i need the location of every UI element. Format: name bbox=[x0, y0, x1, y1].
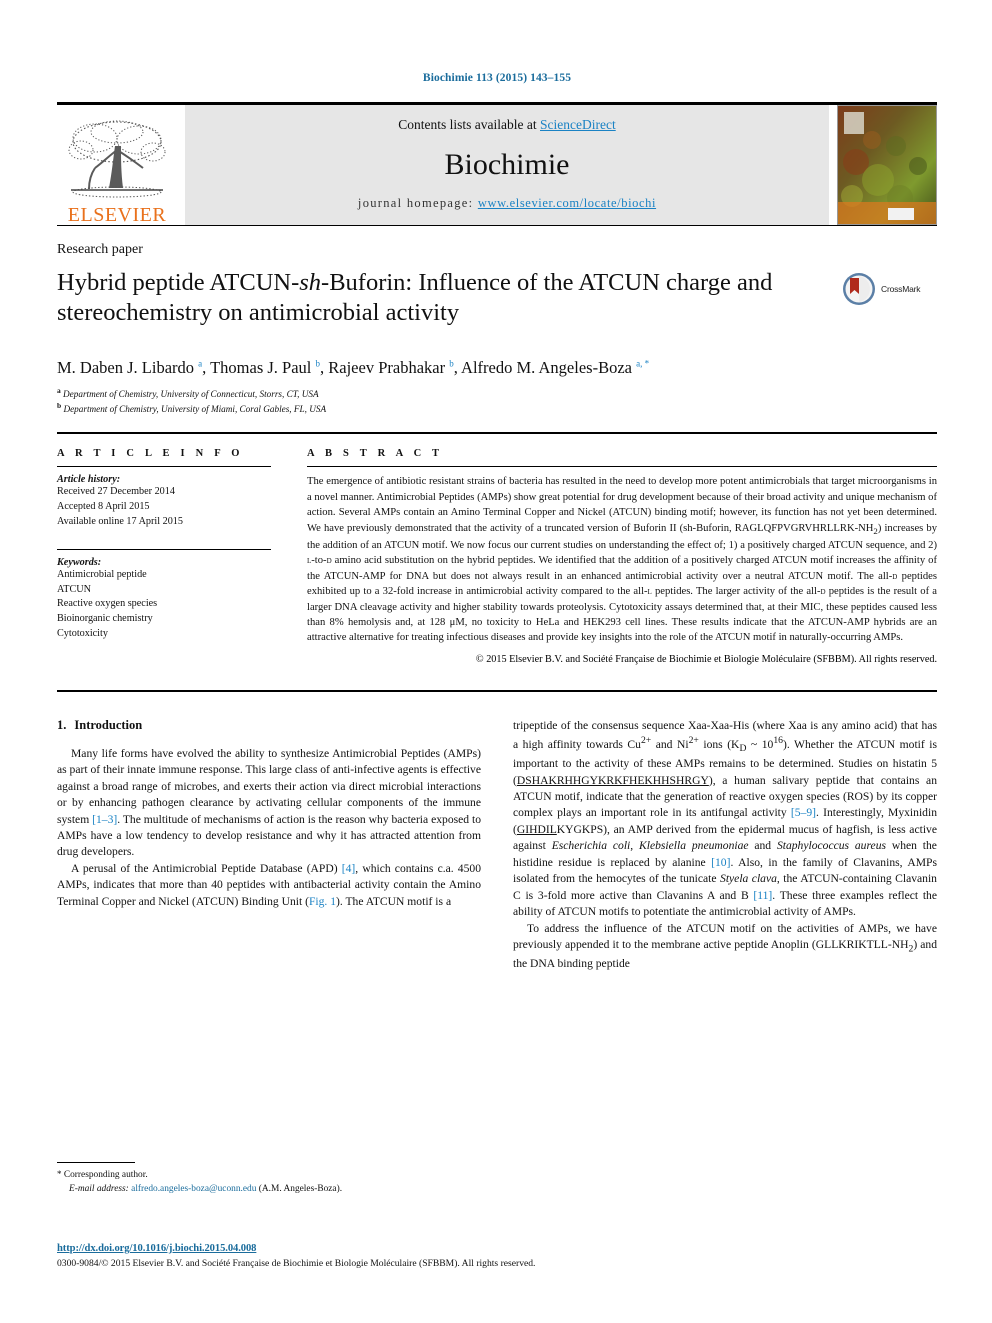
affiliation-item: a Department of Chemistry, University of… bbox=[57, 386, 937, 401]
citation-link[interactable]: [11] bbox=[753, 889, 772, 902]
journal-homepage-link[interactable]: www.elsevier.com/locate/biochi bbox=[478, 196, 656, 210]
crossmark-badge[interactable]: CrossMark bbox=[842, 272, 937, 306]
section-title: Introduction bbox=[74, 717, 143, 732]
author-affil-marker: b bbox=[449, 358, 454, 369]
sciencedirect-banner: Contents lists available at ScienceDirec… bbox=[185, 105, 829, 225]
title-row: Hybrid peptide ATCUN-sh-Buforin: Influen… bbox=[57, 258, 937, 344]
email-label: E-mail address: bbox=[69, 1184, 129, 1195]
keywords-block: Keywords: Antimicrobial peptide ATCUN Re… bbox=[57, 548, 271, 642]
keyword-item: ATCUN bbox=[57, 583, 91, 595]
paragraph: tripeptide of the consensus sequence Xaa… bbox=[513, 718, 937, 919]
footnote-area: * Corresponding author. E-mail address: … bbox=[57, 1162, 477, 1196]
abstract-copyright: © 2015 Elsevier B.V. and Société Françai… bbox=[475, 653, 937, 665]
affiliation-item: b Department of Chemistry, University of… bbox=[57, 401, 937, 416]
affiliation-text: Department of Chemistry, University of M… bbox=[63, 404, 327, 415]
page-content: Biochimie 113 (2015) 143–155 ELSEVIER Co… bbox=[57, 0, 937, 973]
doi-link[interactable]: http://dx.doi.org/10.1016/j.biochi.2015.… bbox=[57, 1243, 256, 1254]
figure-link[interactable]: Fig. 1 bbox=[309, 895, 336, 908]
body-top-rule bbox=[57, 689, 937, 692]
cover-journal-title: biochimie bbox=[932, 106, 936, 114]
section-heading-introduction: 1. Introduction bbox=[57, 718, 481, 733]
paragraph: To address the influence of the ATCUN mo… bbox=[513, 921, 938, 971]
title-part1: Hybrid peptide ATCUN- bbox=[57, 269, 300, 296]
abstract-body: The emergence of antibiotic resistant st… bbox=[307, 476, 937, 644]
body-column-right: tripeptide of the consensus sequence Xaa… bbox=[513, 718, 937, 973]
contents-prefix: Contents lists available at bbox=[398, 117, 540, 132]
journal-cover-thumbnail[interactable]: biochimie bbox=[837, 105, 937, 225]
info-and-abstract: A R T I C L E I N F O Article history: R… bbox=[57, 448, 937, 667]
title-italic-sh: sh bbox=[299, 269, 322, 296]
author-affil-marker: a bbox=[198, 358, 203, 369]
article-info-column: A R T I C L E I N F O Article history: R… bbox=[57, 448, 307, 667]
asterisk-marker: * bbox=[57, 1169, 62, 1179]
introduction-left-text: Many life forms have evolved the ability… bbox=[57, 746, 481, 911]
homepage-prefix: journal homepage: bbox=[357, 196, 478, 210]
elsevier-wordmark: ELSEVIER bbox=[67, 204, 167, 226]
keyword-item: Antimicrobial peptide bbox=[57, 568, 147, 580]
journal-article-page: Biochimie 113 (2015) 143–155 ELSEVIER Co… bbox=[0, 0, 992, 1323]
article-history-item: Received 27 December 2014 bbox=[57, 486, 175, 498]
author-affil-marker: b bbox=[315, 358, 321, 369]
article-info-heading: A R T I C L E I N F O bbox=[57, 448, 244, 460]
masthead-bottom-rule bbox=[57, 225, 937, 226]
affiliation-list: a Department of Chemistry, University of… bbox=[57, 386, 937, 416]
email-link[interactable]: alfredo.angeles-boza@uconn.edu bbox=[131, 1184, 256, 1194]
corresponding-text: Corresponding author. bbox=[63, 1170, 148, 1180]
email-line: E-mail address: alfredo.angeles-boza@uco… bbox=[57, 1182, 477, 1196]
peptide-sequence: DSHAKRHHGYKRKFHEKHHSHRGY bbox=[516, 773, 709, 787]
info-section-top-rule bbox=[57, 432, 937, 435]
affiliation-marker: b bbox=[57, 401, 62, 411]
citation-link[interactable]: [5–9] bbox=[791, 806, 816, 819]
keyword-item: Cytotoxicity bbox=[57, 627, 108, 639]
contents-line: Contents lists available at ScienceDirec… bbox=[398, 117, 615, 133]
cover-publisher-badge bbox=[888, 208, 914, 220]
article-type-label: Research paper bbox=[57, 242, 143, 257]
footnote-rule bbox=[57, 1162, 135, 1163]
journal-title: Biochimie bbox=[444, 147, 570, 181]
corresponding-author-note: * Corresponding author. E-mail address: … bbox=[57, 1168, 477, 1196]
article-history-label: Article history: bbox=[57, 474, 121, 486]
introduction-right-text: tripeptide of the consensus sequence Xaa… bbox=[513, 718, 937, 973]
running-head: Biochimie 113 (2015) 143–155 bbox=[422, 72, 572, 84]
cover-logo-tag bbox=[844, 112, 864, 134]
crossmark-icon bbox=[843, 273, 875, 305]
author-list: M. Daben J. Libardo a, Thomas J. Paul b,… bbox=[57, 358, 650, 378]
page-footer: http://dx.doi.org/10.1016/j.biochi.2015.… bbox=[57, 1238, 937, 1269]
keywords-rule bbox=[57, 548, 271, 550]
journal-masthead: ELSEVIER Contents lists available at Sci… bbox=[57, 102, 937, 225]
citation-link[interactable]: [1–3] bbox=[92, 813, 117, 826]
body-column-left: 1. Introduction Many life forms have evol… bbox=[57, 718, 481, 973]
article-history-item: Available online 17 April 2015 bbox=[57, 515, 183, 527]
affiliation-text: Department of Chemistry, University of C… bbox=[63, 389, 319, 400]
email-suffix: (A.M. Angeles-Boza). bbox=[258, 1184, 343, 1195]
body-columns: 1. Introduction Many life forms have evol… bbox=[57, 718, 937, 973]
journal-homepage-line: journal homepage: www.elsevier.com/locat… bbox=[358, 196, 656, 211]
paragraph: A perusal of the Antimicrobial Peptide D… bbox=[57, 861, 481, 908]
author-affil-marker: a, * bbox=[636, 358, 650, 369]
keyword-item: Reactive oxygen species bbox=[57, 598, 158, 610]
abstract-heading: A B S T R A C T bbox=[307, 448, 444, 460]
page-title: Hybrid peptide ATCUN-sh-Buforin: Influen… bbox=[57, 268, 842, 328]
issn-copyright-line: 0300-9084/© 2015 Elsevier B.V. and Socié… bbox=[57, 1258, 536, 1269]
abstract-rule bbox=[307, 466, 937, 468]
affiliation-marker: a bbox=[57, 386, 61, 396]
elsevier-logo: ELSEVIER bbox=[57, 105, 177, 225]
peptide-sequence: GIHDIL bbox=[516, 822, 557, 836]
citation-link[interactable]: [4] bbox=[342, 862, 356, 875]
cover-footer-band bbox=[838, 202, 936, 224]
sciencedirect-link[interactable]: ScienceDirect bbox=[540, 117, 616, 132]
keyword-item: Bioinorganic chemistry bbox=[57, 613, 153, 625]
section-number: 1. bbox=[57, 717, 67, 732]
citation-link[interactable]: [10] bbox=[711, 856, 730, 869]
keywords-label: Keywords: bbox=[57, 556, 102, 568]
crossmark-label: CrossMark bbox=[881, 284, 921, 294]
article-history-item: Accepted 8 April 2015 bbox=[57, 501, 150, 513]
article-info-rule bbox=[57, 466, 271, 468]
elsevier-tree-icon bbox=[68, 120, 166, 198]
corresponding-line: * Corresponding author. bbox=[57, 1168, 477, 1182]
paragraph: Many life forms have evolved the ability… bbox=[57, 746, 481, 859]
abstract-column: A B S T R A C T The emergence of antibio… bbox=[307, 448, 937, 667]
